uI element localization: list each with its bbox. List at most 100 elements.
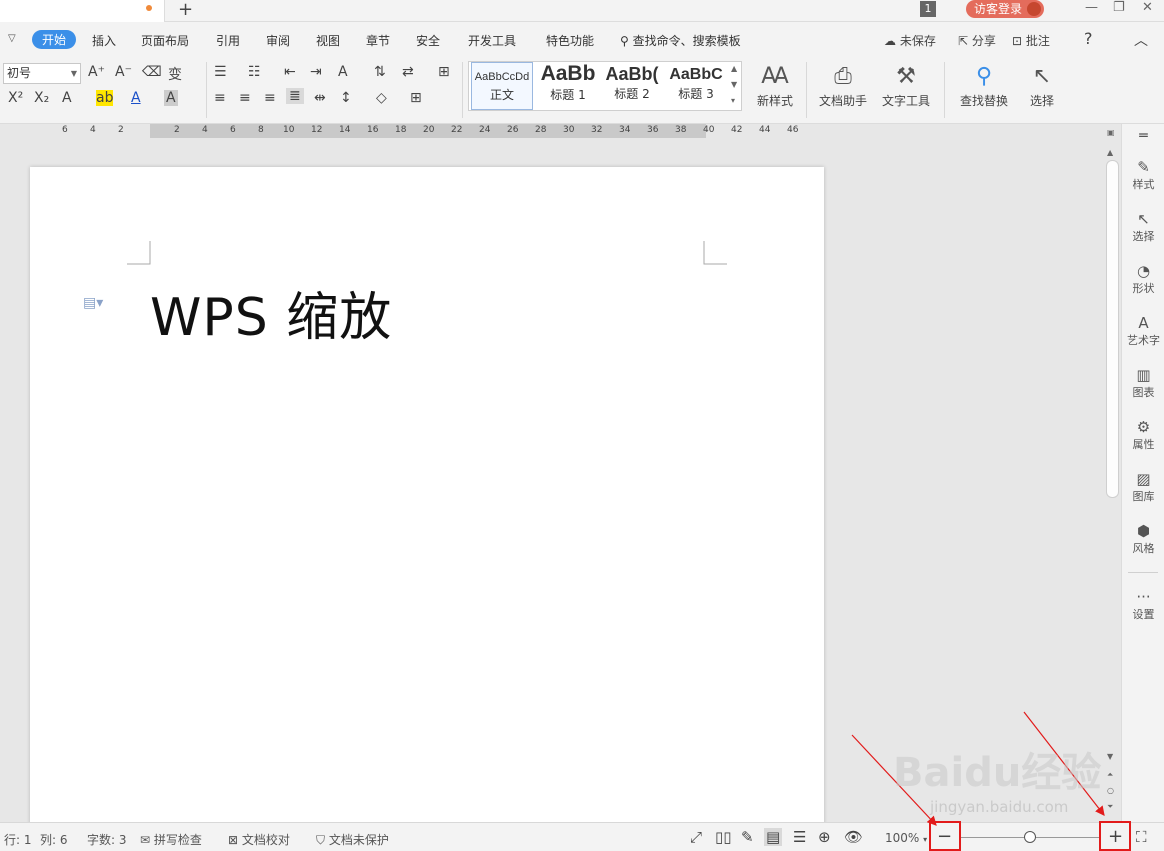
line-spacing-icon[interactable]: ⇄ (402, 64, 414, 80)
highlight-icon[interactable]: ab (96, 90, 114, 106)
sort-icon[interactable]: ⇅ (374, 64, 386, 80)
doc-proof-button[interactable]: ⊠ 文档校对 (228, 831, 290, 848)
decrease-indent-icon[interactable]: ⇤ (284, 64, 296, 80)
tab-page-layout[interactable]: 页面布局 (141, 32, 189, 49)
status-word-count[interactable]: 字数: 3 (87, 831, 127, 848)
document-area[interactable]: ▤▾ WPS 缩放 (0, 142, 1104, 822)
split-icon[interactable]: ▣ (1107, 128, 1115, 137)
style-heading-2[interactable]: AaBb( 标题 2 (601, 62, 663, 110)
next-page-icon[interactable]: ⏷ (1107, 802, 1113, 812)
select-button[interactable]: ↖ 选择 (1020, 64, 1064, 109)
tab-review[interactable]: 审阅 (266, 32, 290, 49)
find-replace-button[interactable]: ⚲ 查找替换 (954, 64, 1014, 109)
scroll-down-icon[interactable]: ▼ (1107, 752, 1113, 761)
edit-mode-icon[interactable]: ✎ (741, 828, 754, 846)
command-search[interactable]: ⚲ 查找命令、搜索模板 (620, 32, 741, 49)
login-button[interactable]: 访客登录 (966, 0, 1044, 18)
align-left-icon[interactable]: ≡ (214, 90, 226, 106)
vertical-scrollbar[interactable]: ▣ ▲ ▼ ⏶ ○ ⏷ (1104, 124, 1121, 822)
tab-references[interactable]: 引用 (216, 32, 240, 49)
panel-item-shape[interactable]: ◔ 形状 (1122, 262, 1164, 296)
menu-dropdown-icon[interactable]: ▽ (8, 33, 16, 44)
comment-button[interactable]: ⊡ 批注 (1012, 32, 1050, 49)
reading-mode-icon[interactable]: ▯▯ (715, 828, 732, 846)
doc-protect-button[interactable]: ⛉ 文档未保护 (316, 831, 389, 848)
help-button[interactable]: ? (1084, 29, 1093, 48)
shrink-font-icon[interactable]: A⁻ (115, 64, 132, 80)
text-tools-button[interactable]: ⚒ 文字工具 (876, 64, 936, 109)
table-insert-icon[interactable]: ⊞ (438, 64, 450, 80)
tab-security[interactable]: 安全 (416, 32, 440, 49)
phonetic-icon[interactable]: 变 (168, 64, 182, 84)
style-heading-3[interactable]: AaBbC 标题 3 (665, 62, 727, 110)
new-tab-button[interactable]: + (178, 0, 193, 20)
doc-assistant-button[interactable]: ⎙ 文档助手 (816, 64, 870, 109)
align-center-icon[interactable]: ≡ (239, 90, 251, 106)
fit-window-icon[interactable]: ⛶ (1136, 828, 1147, 846)
page-view-icon[interactable]: ▤ (764, 828, 783, 846)
panel-item-style[interactable]: ✎ 样式 (1122, 158, 1164, 192)
bullet-list-icon[interactable]: ☰ (214, 64, 227, 80)
browse-object-icon[interactable]: ○ (1107, 786, 1114, 795)
gallery-expand-icon[interactable]: ▾ (731, 96, 735, 105)
style-normal[interactable]: AaBbCcDd 正文 (471, 62, 533, 110)
panel-item-gallery[interactable]: ▨ 图库 (1122, 470, 1164, 504)
collapse-ribbon-icon[interactable]: ︿ (1134, 30, 1148, 50)
tab-home[interactable]: 开始 (32, 30, 77, 49)
horizontal-ruler[interactable]: 6 4 2 2 4 6 8 10 12 14 16 18 20 22 24 26 28 30 32 34 36 38 40 4… (0, 124, 1104, 142)
paragraph-spacing-icon[interactable]: ↕ (340, 90, 352, 106)
tab-view[interactable]: 视图 (316, 32, 340, 49)
panel-item-settings[interactable]: ··· 设置 (1122, 588, 1164, 622)
text-direction-icon[interactable]: A (338, 64, 348, 80)
spell-check-button[interactable]: ✉ 拼写检查 (140, 831, 202, 848)
scroll-thumb[interactable] (1106, 160, 1119, 498)
gallery-scroll-down-icon[interactable]: ▼ (731, 80, 737, 89)
web-view-icon[interactable]: ⊕ (818, 828, 831, 846)
panel-item-properties[interactable]: ⚙ 属性 (1122, 418, 1164, 452)
zoom-slider-knob[interactable] (1024, 831, 1036, 843)
restore-button[interactable]: ❐ (1113, 0, 1125, 15)
new-style-button[interactable]: Ꜳ 新样式 (748, 64, 802, 109)
style-heading-1[interactable]: AaBb 标题 1 (537, 62, 599, 110)
increase-indent-icon[interactable]: ⇥ (310, 64, 322, 80)
justify-icon[interactable]: ≣ (286, 88, 304, 104)
clear-format-icon[interactable]: ⌫ (142, 64, 162, 80)
outline-view-icon[interactable]: ☰ (793, 828, 806, 846)
gallery-scroll-up-icon[interactable]: ▲ (731, 64, 737, 73)
char-shading-icon[interactable]: A (164, 90, 178, 106)
tab-special[interactable]: 特色功能 (546, 32, 594, 49)
numbered-list-icon[interactable]: ☷ (248, 64, 261, 80)
grow-font-icon[interactable]: A⁺ (88, 64, 105, 80)
close-button[interactable]: ✕ (1142, 0, 1153, 15)
scroll-up-icon[interactable]: ▲ (1107, 148, 1113, 157)
fullscreen-icon[interactable]: ⤢ (690, 828, 702, 846)
tab-developer[interactable]: 开发工具 (468, 32, 516, 49)
prev-page-icon[interactable]: ⏶ (1107, 770, 1113, 780)
panel-item-chart[interactable]: ▥ 图表 (1122, 366, 1164, 400)
tab-section[interactable]: 章节 (366, 32, 390, 49)
paragraph-handle-icon[interactable]: ▤▾ (83, 295, 103, 311)
zoom-level-select[interactable]: 100% ▾ (885, 831, 927, 845)
document-tab[interactable] (0, 0, 165, 22)
panel-item-select[interactable]: ↖ 选择 (1122, 210, 1164, 244)
panel-item-wordart[interactable]: A 艺术字 (1122, 314, 1164, 348)
tab-insert[interactable]: 插入 (92, 32, 116, 49)
align-right-icon[interactable]: ≡ (264, 90, 276, 106)
shading-icon[interactable]: ◇ (376, 90, 387, 106)
distribute-icon[interactable]: ⇹ (314, 90, 326, 106)
font-size-select[interactable]: 初号 ▼ (3, 63, 81, 84)
eye-protect-icon[interactable]: 👁 (844, 828, 863, 846)
document-text[interactable]: WPS 缩放 (150, 275, 392, 350)
document-page[interactable]: ▤▾ WPS 缩放 (30, 167, 824, 822)
panel-item-theme[interactable]: ⬢ 风格 (1122, 522, 1164, 556)
minimize-button[interactable]: — (1085, 0, 1098, 15)
share-button[interactable]: ⇱ 分享 (958, 32, 996, 49)
text-effect-icon[interactable]: A (62, 90, 72, 106)
font-color-icon[interactable]: A (131, 90, 141, 106)
panel-toggle-icon[interactable]: ═ (1122, 128, 1164, 144)
window-count-badge[interactable]: 1 (920, 1, 936, 17)
superscript-icon[interactable]: X² (8, 90, 23, 106)
border-icon[interactable]: ⊞ (410, 90, 422, 106)
unsaved-button[interactable]: ☁ 未保存 (884, 32, 936, 49)
subscript-icon[interactable]: X₂ (34, 90, 49, 106)
